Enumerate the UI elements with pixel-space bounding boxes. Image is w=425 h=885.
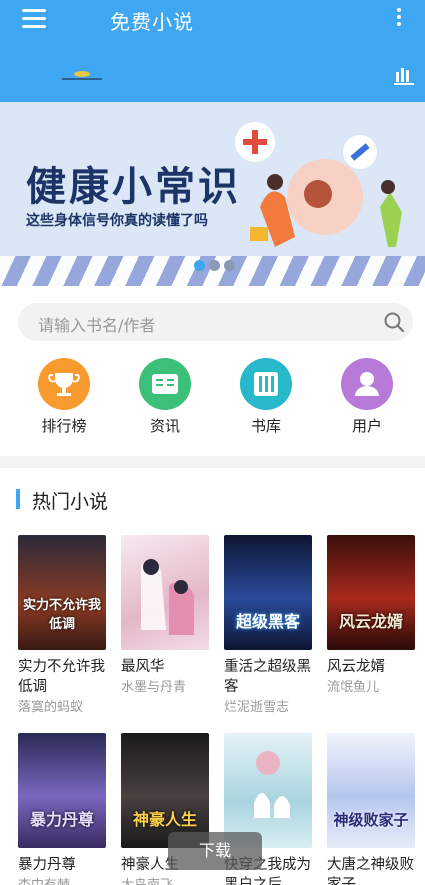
cover-text: 超级黑客 xyxy=(235,612,300,631)
menu-icon[interactable] xyxy=(22,9,46,29)
book-cover: 暴力丹尊 xyxy=(18,733,106,848)
section-title: 热门小说 xyxy=(32,491,109,513)
nav-item-user[interactable]: 用户 xyxy=(327,358,407,436)
cover-art-icon xyxy=(254,751,290,818)
nav-item-news[interactable]: 资讯 xyxy=(125,358,205,436)
book-cover: 神豪人生 xyxy=(121,733,209,848)
nav-label: 排行榜 xyxy=(41,417,87,435)
book-title: 风云龙婿 xyxy=(327,659,385,675)
book-title: 重活之超级黑客 xyxy=(224,659,311,695)
book-author: 大鸟南飞 xyxy=(121,876,211,885)
book-title: 实力不允许我低调 xyxy=(18,659,105,695)
more-vertical-icon[interactable] xyxy=(395,8,403,30)
app-header: 免费小说 xyxy=(0,0,425,102)
bar-chart-icon[interactable] xyxy=(393,64,415,86)
cover-art-icon xyxy=(141,559,194,635)
app-title: 免费小说 xyxy=(110,10,194,34)
book-card[interactable]: 暴力丹尊 暴力丹尊 杏中有棘 xyxy=(18,733,108,885)
banner-title: 健康小常识 xyxy=(26,164,241,210)
nav-label: 用户 xyxy=(351,417,382,435)
book-cover xyxy=(121,535,209,650)
book-author: 流氓鱼儿 xyxy=(327,680,380,695)
search-icon[interactable] xyxy=(383,311,405,333)
book-author: 杏中有棘 xyxy=(18,876,108,885)
search-input[interactable]: 请输入书名/作者 xyxy=(18,303,413,341)
book-cover: 超级黑客 xyxy=(224,535,312,650)
cover-text: 暴力丹尊 xyxy=(29,810,94,829)
cover-text: 神级败家子 xyxy=(333,811,409,829)
nav-label: 书库 xyxy=(250,417,281,435)
book-card[interactable]: 风云龙婿 风云龙婿 流氓鱼儿 xyxy=(327,535,417,698)
book-cover: 神级败家子 xyxy=(327,733,415,848)
book-author: 落寞的蚂蚁 xyxy=(18,700,84,715)
book-card[interactable]: 最风华 水墨与丹青 xyxy=(121,535,211,698)
promo-banner[interactable]: 健康小常识 这些身体信号你真的读懂了吗 xyxy=(0,102,425,286)
nav-item-library[interactable]: 书库 xyxy=(226,358,306,436)
book-cover xyxy=(224,733,312,848)
download-toast[interactable]: 下载 xyxy=(168,832,262,870)
news-icon xyxy=(139,358,191,410)
quick-nav: 排行榜 资讯 书库 用户 xyxy=(0,358,425,438)
logo-icon xyxy=(62,71,102,80)
book-title: 大唐之神级败家子 xyxy=(327,857,414,885)
book-card[interactable]: 神级败家子 大唐之神级败家子 xyxy=(327,733,417,885)
trophy-icon xyxy=(38,358,90,410)
book-card[interactable]: 实力不允许我低调 实力不允许我低调 落寞的蚂蚁 xyxy=(18,535,108,718)
carousel-dot[interactable] xyxy=(224,260,235,271)
cover-text: 神豪人生 xyxy=(132,810,197,829)
section-accent-bar xyxy=(16,489,20,509)
books-icon xyxy=(240,358,292,410)
book-author: 水墨与丹青 xyxy=(121,680,187,695)
banner-illustration-icon xyxy=(235,122,402,247)
carousel-dots xyxy=(194,260,235,271)
nav-item-ranking[interactable]: 排行榜 xyxy=(24,358,104,436)
section-divider xyxy=(0,456,425,468)
book-card[interactable]: 超级黑客 重活之超级黑客 烂泥逝雪志 xyxy=(224,535,314,718)
carousel-dot[interactable] xyxy=(194,260,205,271)
user-icon xyxy=(341,358,393,410)
nav-label: 资讯 xyxy=(149,417,180,435)
book-title: 暴力丹尊 xyxy=(18,857,76,873)
book-cover: 风云龙婿 xyxy=(327,535,415,650)
book-author: 烂泥逝雪志 xyxy=(224,700,290,715)
banner-subtitle: 这些身体信号你真的读懂了吗 xyxy=(26,213,208,229)
carousel-dot[interactable] xyxy=(209,260,220,271)
cover-text: 风云龙婿 xyxy=(338,612,403,631)
search-placeholder: 请输入书名/作者 xyxy=(38,316,156,335)
cover-text: 实力不允许我低调 xyxy=(22,598,101,632)
book-cover: 实力不允许我低调 xyxy=(18,535,106,650)
book-title: 最风华 xyxy=(121,659,165,675)
